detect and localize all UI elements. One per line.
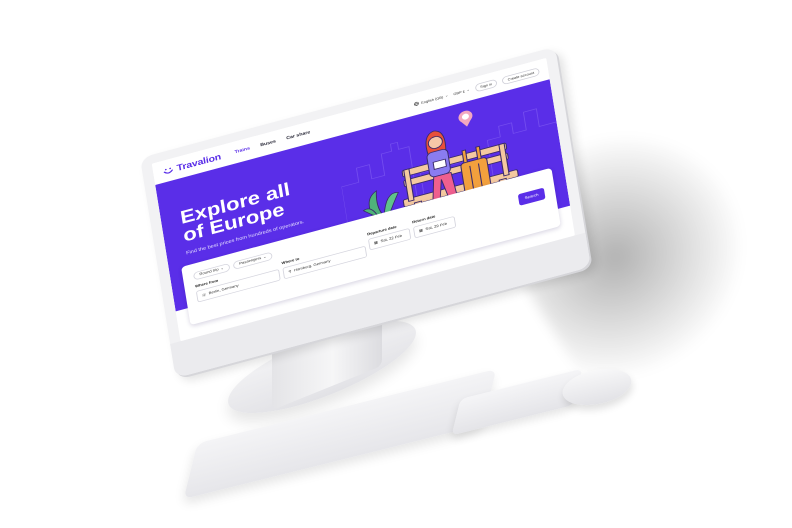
chevron-down-icon: ⌄ xyxy=(444,93,449,98)
passengers-select[interactable]: Passengers ⌄ xyxy=(232,251,274,270)
location-pin-icon xyxy=(458,110,473,127)
chevron-down-icon: ⌄ xyxy=(262,255,267,260)
location-marker-icon: ⚲ xyxy=(288,269,292,275)
departure-value: Sat, 22 Feb xyxy=(380,234,403,244)
where-to-input[interactable]: ⚲ Hamburg, Germany xyxy=(282,245,368,280)
language-selector[interactable]: English (GB) ⌄ xyxy=(414,93,449,106)
chevron-down-icon: ⌄ xyxy=(466,87,471,92)
calendar-icon: ▦ xyxy=(418,228,424,234)
smile-logo-icon xyxy=(163,167,173,174)
currency-selector[interactable]: GBP £ ⌄ xyxy=(453,87,470,96)
pin-icon: ⦿ xyxy=(201,293,207,298)
globe-icon xyxy=(414,101,420,106)
nav-link-buses[interactable]: Buses xyxy=(260,139,276,147)
chevron-down-icon: ⌄ xyxy=(220,266,225,272)
return-value: Sat, 29 Feb xyxy=(425,222,448,232)
nav-link-trains[interactable]: Trains xyxy=(234,146,250,154)
calendar-icon: ▦ xyxy=(373,240,379,246)
currency-label: GBP £ xyxy=(453,89,466,96)
passengers-label: Passengers xyxy=(239,256,262,267)
create-account-button[interactable]: Create account xyxy=(501,67,540,85)
where-from-value: Berlin, Germany xyxy=(208,283,240,296)
language-label: English (GB) xyxy=(420,94,444,105)
search-button[interactable]: Search xyxy=(517,187,546,206)
nav-link-car-share[interactable]: Car share xyxy=(286,130,311,141)
sign-in-button[interactable]: Sign in xyxy=(474,78,498,93)
trip-type-label: Round trip xyxy=(199,268,220,277)
where-to-value: Hamburg, Germany xyxy=(293,259,331,273)
trip-type-select[interactable]: Round trip ⌄ xyxy=(192,262,231,281)
